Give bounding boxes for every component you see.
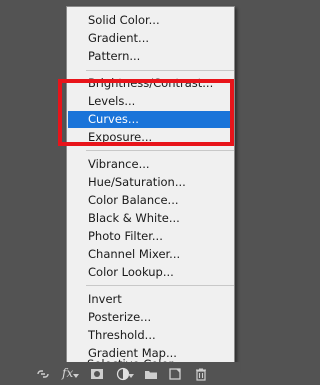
chevron-down-icon [73, 374, 79, 378]
chevron-down-icon [128, 374, 134, 378]
new-layer-icon[interactable] [168, 366, 182, 380]
menu-separator [86, 285, 234, 286]
menu-item-color-balance[interactable]: Color Balance... [68, 192, 234, 209]
trash-icon[interactable] [194, 366, 208, 381]
menu-separator [86, 150, 234, 151]
menu-item-color-lookup[interactable]: Color Lookup... [68, 264, 234, 281]
mask-icon[interactable] [90, 366, 104, 380]
menu-item-levels[interactable]: Levels... [68, 93, 234, 110]
menu-separator [86, 70, 234, 71]
menu-item-hue-saturation[interactable]: Hue/Saturation... [68, 174, 234, 191]
menu-item-pattern[interactable]: Pattern... [68, 48, 234, 65]
menu-item-posterize[interactable]: Posterize... [68, 309, 234, 326]
menu-item-gradient[interactable]: Gradient... [68, 30, 234, 47]
group-folder-icon[interactable] [144, 366, 158, 380]
adjustment-layer-menu: Solid Color... Gradient... Pattern... Br… [66, 6, 235, 371]
menu-item-curves[interactable]: Curves... [68, 111, 234, 128]
menu-item-photo-filter[interactable]: Photo Filter... [68, 228, 234, 245]
menu-item-black-white[interactable]: Black & White... [68, 210, 234, 227]
menu-item-brightness-contrast[interactable]: Brightness/Contrast... [68, 75, 234, 92]
menu-item-vibrance[interactable]: Vibrance... [68, 156, 234, 173]
menu-item-solid-color[interactable]: Solid Color... [68, 12, 234, 29]
menu-item-channel-mixer[interactable]: Channel Mixer... [68, 246, 234, 263]
menu-item-exposure[interactable]: Exposure... [68, 129, 234, 146]
menu-item-invert[interactable]: Invert [68, 291, 234, 308]
link-icon[interactable] [36, 366, 50, 380]
menu-item-threshold[interactable]: Threshold... [68, 327, 234, 344]
